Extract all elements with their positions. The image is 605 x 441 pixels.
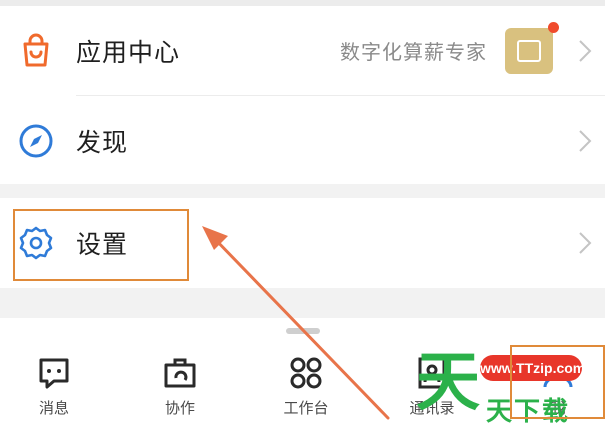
compass-icon	[19, 124, 53, 157]
notification-dot	[548, 21, 559, 33]
site-watermark: 天 www.TTzip.com 天下载	[416, 345, 605, 441]
menu-card-primary: 应用中心 数字化算薪专家 发现	[0, 6, 605, 184]
watermark-highlight-box	[510, 345, 605, 419]
chat-bubble-icon	[39, 358, 69, 389]
tab-label: 消息	[38, 399, 69, 417]
shopping-bag-icon	[23, 33, 49, 66]
tab-messages[interactable]: 消息	[14, 355, 94, 418]
app-center-label: 应用中心	[76, 37, 181, 67]
discover-label: 发现	[76, 127, 129, 157]
menu-item-discover[interactable]: 发现	[0, 96, 605, 185]
chevron-right-icon	[579, 232, 592, 254]
chevron-right-icon	[579, 39, 592, 62]
menu-item-app-center[interactable]: 应用中心 数字化算薪专家	[0, 6, 605, 95]
grid-icon	[290, 357, 322, 389]
tab-label: 工作台	[283, 399, 329, 417]
tab-label: 协作	[164, 399, 195, 417]
drag-handle[interactable]	[286, 328, 320, 334]
wallet-icon	[505, 21, 559, 74]
watermark-logo-char: 天	[416, 346, 480, 420]
chevron-right-icon	[579, 129, 592, 152]
settings-highlight-box	[13, 209, 189, 281]
tab-workbench[interactable]: 工作台	[266, 355, 346, 418]
app-center-subtitle: 数字化算薪专家	[340, 40, 487, 64]
briefcase-icon	[164, 358, 196, 388]
tab-collaboration[interactable]: 协作	[140, 355, 220, 418]
